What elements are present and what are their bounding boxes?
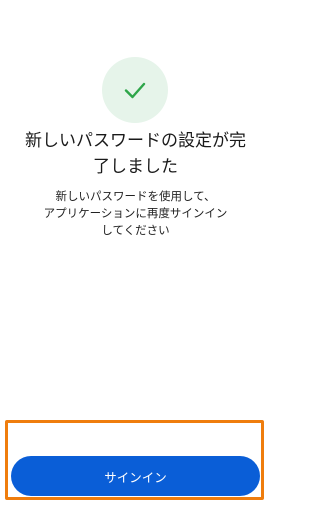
- signin-button[interactable]: サインイン: [11, 456, 260, 496]
- instruction-line-3: してください: [101, 223, 170, 237]
- page-title: 新しいパスワードの設定が完 了しました: [20, 128, 251, 180]
- instruction-message: 新しいパスワードを使用して、 アプリケーションに再度サインイン してください: [20, 188, 251, 239]
- page-title-line-2: 了しました: [93, 157, 178, 177]
- instruction-line-1: 新しいパスワードを使用して、: [55, 189, 216, 203]
- page-title-line-1: 新しいパスワードの設定が完: [25, 131, 246, 151]
- success-badge: [102, 57, 168, 123]
- checkmark-icon: [124, 82, 146, 99]
- instruction-line-2: アプリケーションに再度サインイン: [43, 206, 228, 220]
